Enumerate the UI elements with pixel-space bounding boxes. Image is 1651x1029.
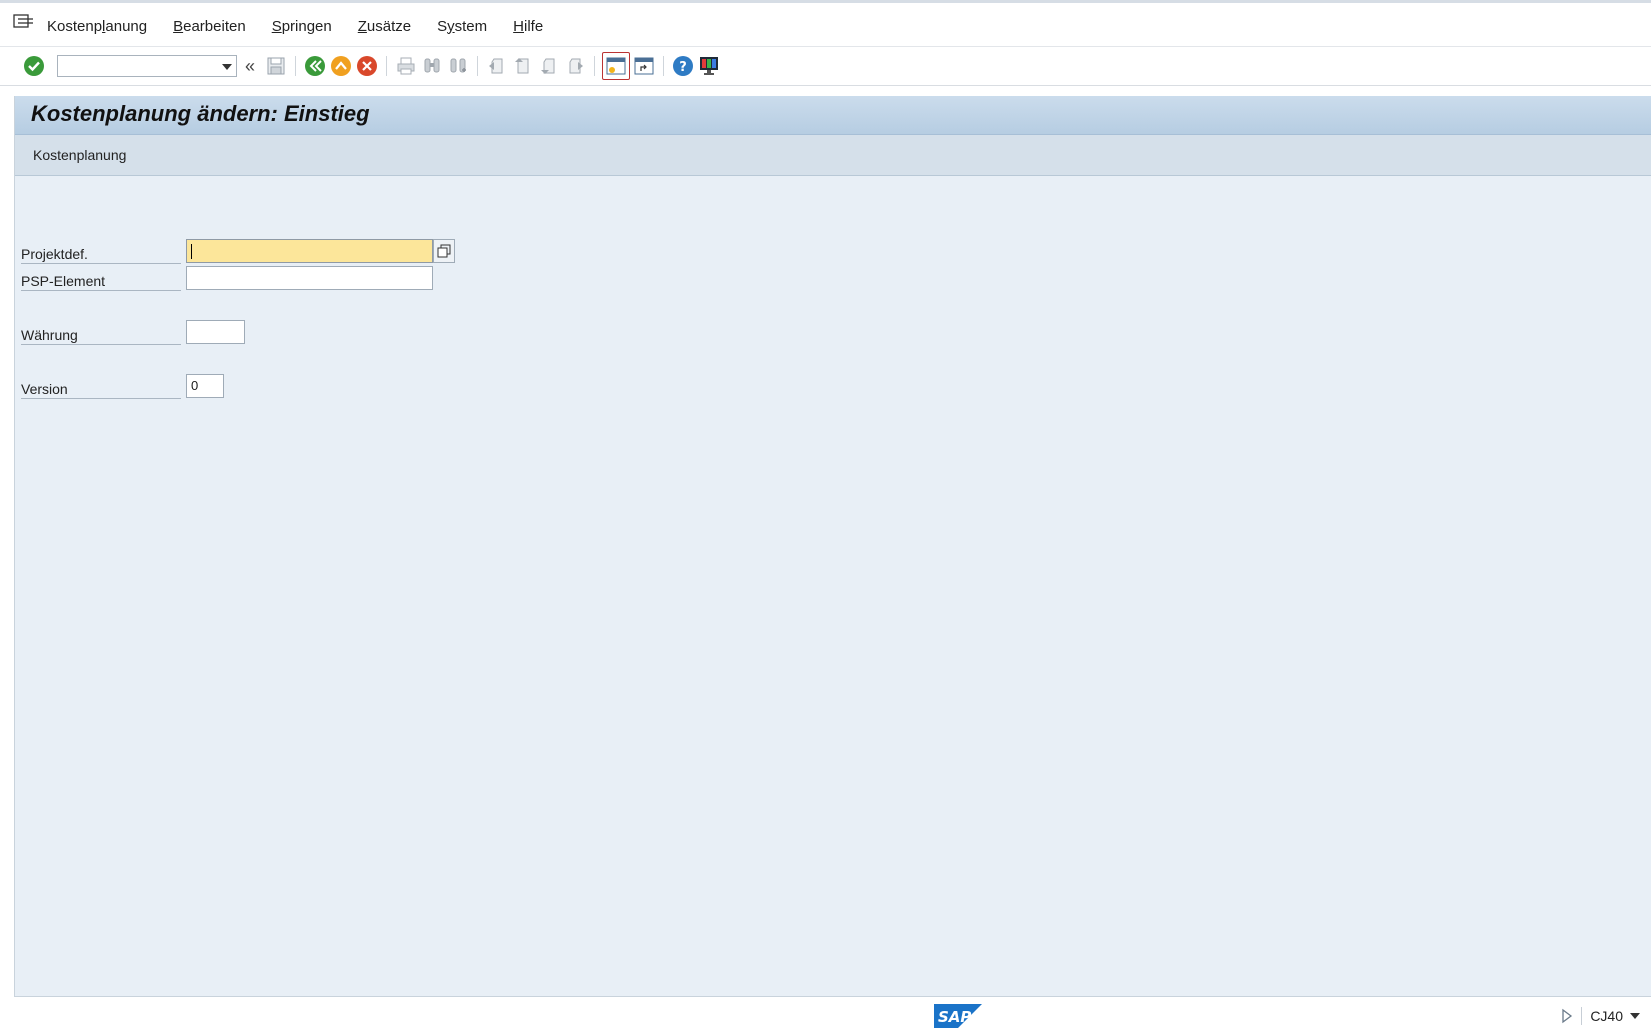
screen-area: Kostenplanung ändern: Einstieg Kostenpla…	[14, 96, 1651, 997]
enter-icon[interactable]	[22, 54, 46, 78]
value-help-button[interactable]	[433, 239, 455, 263]
text-cursor	[191, 244, 192, 260]
toolbar-divider	[594, 56, 596, 76]
menu-hilfe[interactable]: Hilfe	[513, 18, 543, 35]
value-help-icon	[437, 244, 451, 258]
customize-layout-icon[interactable]	[697, 54, 721, 78]
command-field[interactable]	[57, 55, 237, 77]
find-icon[interactable]	[420, 54, 444, 78]
waehrung-row: Währung	[21, 320, 481, 346]
projektdef-field[interactable]	[186, 239, 433, 263]
menu-icon[interactable]	[13, 13, 35, 31]
sap-logo: SAP	[934, 1004, 982, 1028]
svg-text:?: ?	[679, 60, 687, 75]
print-icon[interactable]	[394, 54, 418, 78]
menu-zusaetze[interactable]: Zusätze	[358, 18, 411, 35]
exit-icon[interactable]	[329, 54, 353, 78]
back-icon[interactable]	[303, 54, 327, 78]
status-right: CJ40	[1561, 1007, 1641, 1025]
psp-element-row: PSP-Element	[21, 266, 481, 292]
save-icon[interactable]	[264, 54, 288, 78]
create-shortcut-icon[interactable]	[632, 54, 656, 78]
application-toolbar: Kostenplanung	[15, 135, 1651, 176]
version-label: Version	[21, 374, 181, 399]
sap-window: Kostenplanung Bearbeiten Springen Zusätz…	[0, 0, 1651, 1029]
title-bar: Kostenplanung ändern: Einstieg	[15, 96, 1651, 135]
menu-kostenplanung[interactable]: Kostenplanung	[47, 18, 147, 35]
play-triangle-icon[interactable]	[1561, 1008, 1573, 1024]
status-divider	[1581, 1007, 1583, 1025]
cancel-icon[interactable]	[355, 54, 379, 78]
kostenplanung-button[interactable]: Kostenplanung	[33, 147, 126, 163]
page-title: Kostenplanung ändern: Einstieg	[31, 101, 370, 126]
menu-springen[interactable]: Springen	[272, 18, 332, 35]
find-next-icon[interactable]	[446, 54, 470, 78]
toolbar-divider	[295, 56, 297, 76]
svg-text:SAP: SAP	[938, 1008, 971, 1026]
collapse-icon[interactable]: «	[245, 57, 255, 75]
version-row: Version 0	[21, 374, 481, 400]
chevron-down-icon[interactable]	[1629, 1011, 1641, 1021]
help-icon[interactable]: ?	[671, 54, 695, 78]
first-page-icon[interactable]	[485, 54, 509, 78]
projektdef-label: Projektdef.	[21, 239, 181, 264]
menu-bearbeiten[interactable]: Bearbeiten	[173, 18, 246, 35]
create-session-icon[interactable]	[602, 52, 631, 80]
menu-system[interactable]: System	[437, 18, 487, 35]
toolbar-divider	[477, 56, 479, 76]
last-page-icon[interactable]	[563, 54, 587, 78]
next-page-icon[interactable]	[537, 54, 561, 78]
menu-bar: Kostenplanung Bearbeiten Springen Zusätz…	[0, 6, 1651, 47]
psp-element-label: PSP-Element	[21, 266, 181, 291]
chevron-down-icon[interactable]	[222, 64, 232, 70]
transaction-code: CJ40	[1590, 1008, 1623, 1024]
toolbar-divider	[386, 56, 388, 76]
standard-toolbar: « ?	[0, 47, 1651, 86]
toolbar-divider	[663, 56, 665, 76]
waehrung-field[interactable]	[186, 320, 245, 344]
psp-element-field[interactable]	[186, 266, 433, 290]
version-field[interactable]: 0	[186, 374, 224, 398]
status-bar: SAP CJ40	[0, 997, 1651, 1029]
previous-page-icon[interactable]	[511, 54, 535, 78]
projektdef-row: Projektdef.	[21, 239, 481, 265]
waehrung-label: Währung	[21, 320, 181, 345]
